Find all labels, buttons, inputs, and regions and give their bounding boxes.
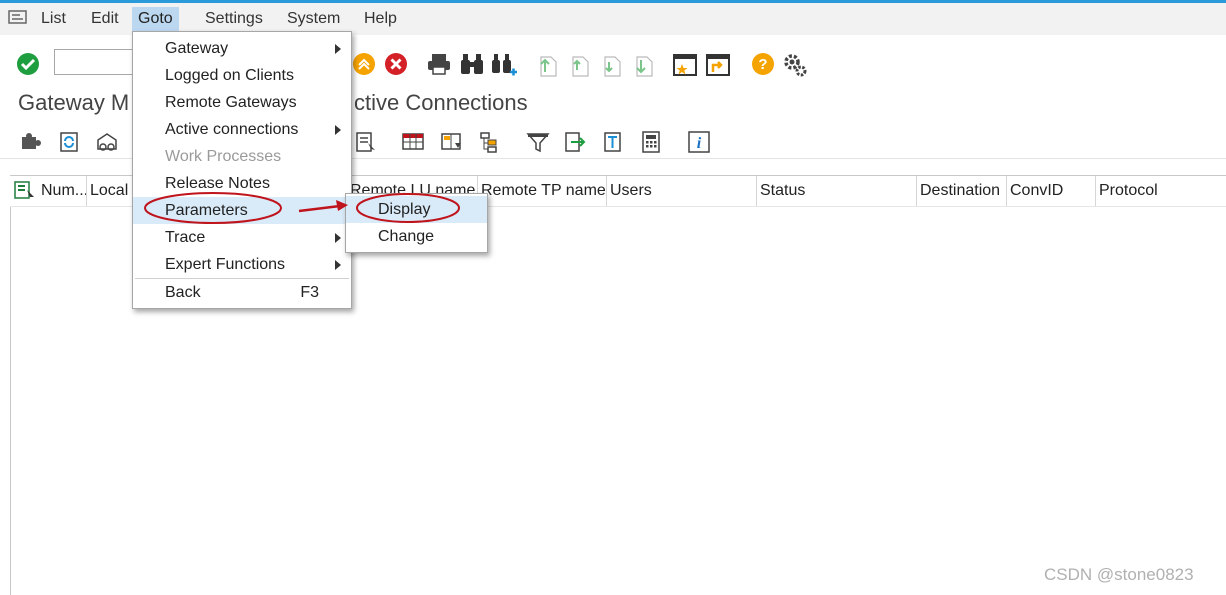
goto-menu-trace-label: Trace bbox=[165, 229, 206, 246]
goto-menu: Gateway Logged on Clients Remote Gateway… bbox=[132, 31, 352, 309]
menu-list[interactable]: List bbox=[35, 7, 72, 31]
next-page-icon[interactable] bbox=[600, 52, 624, 83]
svg-text:i: i bbox=[697, 135, 702, 152]
goto-menu-logged-on-clients-label: Logged on Clients bbox=[165, 67, 294, 84]
submenu-arrow-icon bbox=[335, 233, 341, 243]
calculator-icon[interactable] bbox=[639, 131, 663, 158]
svg-text:?: ? bbox=[758, 56, 767, 73]
select-layout-icon[interactable] bbox=[13, 180, 37, 207]
generate-shortcut-icon[interactable] bbox=[705, 52, 731, 83]
exit-icon[interactable] bbox=[384, 52, 408, 81]
goto-menu-active-connections-label: Active connections bbox=[165, 121, 299, 138]
parameters-submenu: Display Change bbox=[345, 193, 488, 253]
menu-settings-label: Settings bbox=[205, 10, 263, 27]
parameters-submenu-change[interactable]: Change bbox=[346, 223, 487, 250]
submenu-arrow-icon bbox=[335, 125, 341, 135]
column-header-status[interactable]: Status bbox=[757, 176, 917, 206]
page-title-left: Gateway M bbox=[18, 90, 130, 115]
goto-menu-gateway[interactable]: Gateway bbox=[133, 35, 351, 62]
goto-menu-work-processes: Work Processes bbox=[133, 143, 351, 170]
column-header-destination[interactable]: Destination bbox=[917, 176, 1007, 206]
goto-menu-release-notes-label: Release Notes bbox=[165, 175, 270, 192]
column-header-remote-tp[interactable]: Remote TP name bbox=[478, 176, 607, 206]
submenu-arrow-icon bbox=[335, 44, 341, 54]
menu-list-label: List bbox=[41, 10, 66, 27]
goto-menu-parameters-label: Parameters bbox=[165, 202, 248, 219]
menu-system[interactable]: System bbox=[281, 7, 346, 31]
parameters-submenu-display-label: Display bbox=[378, 201, 431, 218]
connection-icon[interactable] bbox=[95, 131, 119, 158]
submenu-arrow-icon bbox=[335, 260, 341, 270]
column-header-convid[interactable]: ConvID bbox=[1007, 176, 1096, 206]
help-icon[interactable]: ? bbox=[751, 52, 775, 81]
goto-menu-back-accelerator: F3 bbox=[300, 284, 319, 301]
text-icon[interactable] bbox=[601, 131, 625, 158]
menu-settings[interactable]: Settings bbox=[199, 7, 269, 31]
find-icon[interactable] bbox=[459, 52, 485, 81]
system-menu-icon[interactable] bbox=[8, 9, 28, 30]
print-icon[interactable] bbox=[426, 52, 452, 81]
goto-menu-back[interactable]: Back F3 bbox=[133, 279, 351, 306]
hierarchy-icon[interactable] bbox=[478, 131, 502, 158]
info-icon[interactable]: i bbox=[687, 131, 711, 158]
column-header-users[interactable]: Users bbox=[607, 176, 757, 206]
goto-menu-trace[interactable]: Trace bbox=[133, 224, 351, 251]
goto-menu-work-processes-label: Work Processes bbox=[165, 148, 282, 165]
watermark: CSDN @stone0823 bbox=[1044, 565, 1194, 584]
column-header-protocol[interactable]: Protocol bbox=[1096, 176, 1226, 206]
goto-menu-logged-on-clients[interactable]: Logged on Clients bbox=[133, 62, 351, 89]
goto-menu-remote-gateways[interactable]: Remote Gateways bbox=[133, 89, 351, 116]
column-header-num[interactable]: Num... bbox=[38, 176, 87, 206]
goto-menu-back-label: Back bbox=[165, 284, 201, 301]
table-icon[interactable] bbox=[401, 131, 425, 158]
create-session-icon[interactable] bbox=[672, 52, 698, 83]
puzzle-icon[interactable] bbox=[19, 131, 43, 158]
first-page-icon[interactable] bbox=[536, 52, 560, 83]
layout-icon[interactable] bbox=[440, 131, 464, 158]
export-icon[interactable] bbox=[563, 131, 587, 158]
goto-menu-parameters[interactable]: Parameters bbox=[133, 197, 351, 224]
goto-menu-gateway-label: Gateway bbox=[165, 40, 229, 57]
find-next-icon[interactable] bbox=[490, 52, 518, 83]
filter-icon[interactable] bbox=[526, 131, 550, 158]
goto-menu-expert-functions[interactable]: Expert Functions bbox=[133, 251, 351, 278]
menu-goto-label: Goto bbox=[138, 10, 173, 27]
page-title-right: ctive Connections bbox=[354, 90, 528, 115]
parameters-submenu-display[interactable]: Display bbox=[346, 196, 487, 223]
goto-menu-active-connections[interactable]: Active connections bbox=[133, 116, 351, 143]
goto-menu-remote-gateways-label: Remote Gateways bbox=[165, 94, 297, 111]
menu-edit-label: Edit bbox=[91, 10, 119, 27]
command-field[interactable] bbox=[54, 49, 134, 75]
goto-menu-expert-functions-label: Expert Functions bbox=[165, 256, 286, 273]
enter-check-icon[interactable] bbox=[16, 52, 40, 81]
menu-help-label: Help bbox=[364, 10, 397, 27]
cancel-icon[interactable] bbox=[352, 52, 376, 81]
parameters-submenu-change-label: Change bbox=[378, 228, 435, 245]
menu-system-label: System bbox=[287, 10, 341, 27]
settings-gear-icon[interactable] bbox=[782, 52, 808, 83]
menu-edit[interactable]: Edit bbox=[85, 7, 125, 31]
previous-page-icon[interactable] bbox=[568, 52, 592, 83]
refresh-icon[interactable] bbox=[57, 131, 81, 158]
details-icon[interactable] bbox=[354, 131, 378, 158]
menu-help[interactable]: Help bbox=[358, 7, 403, 31]
last-page-icon[interactable] bbox=[632, 52, 656, 83]
goto-menu-release-notes[interactable]: Release Notes bbox=[133, 170, 351, 197]
menu-goto[interactable]: Goto bbox=[132, 7, 179, 31]
